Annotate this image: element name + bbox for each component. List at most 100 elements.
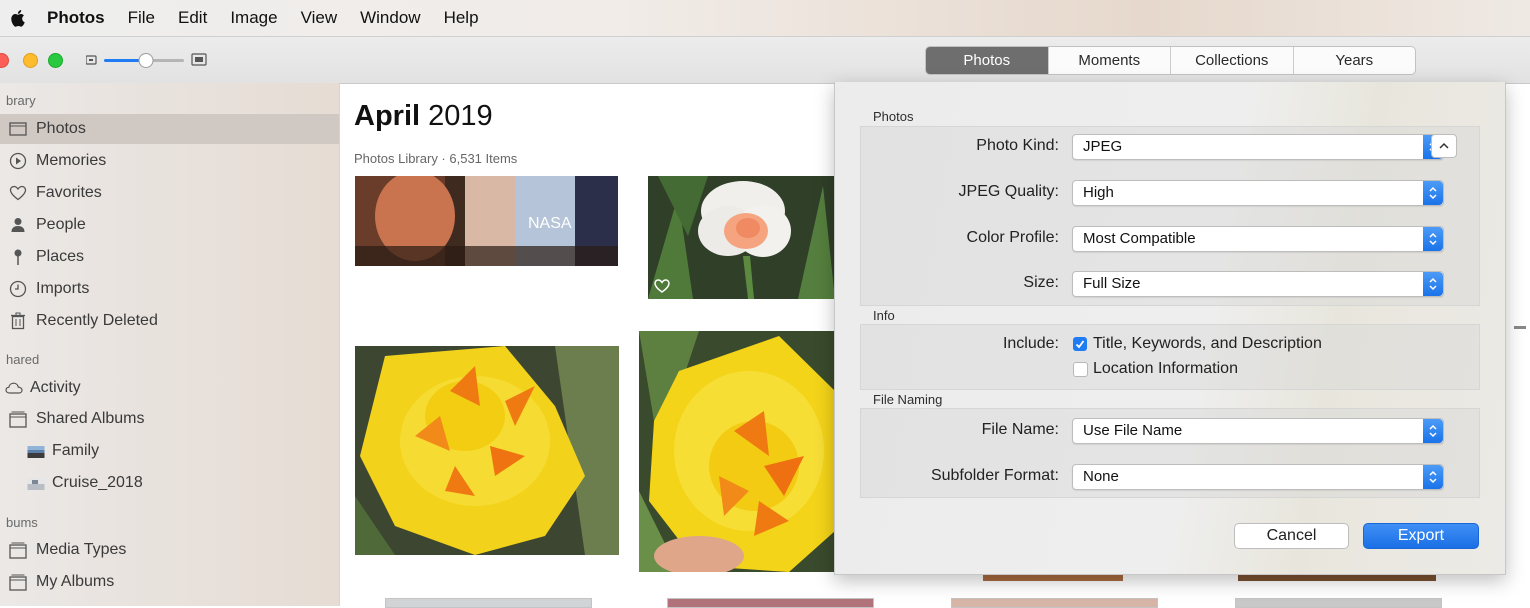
- include-label: Include:: [1002, 335, 1059, 352]
- minimize-window-button[interactable]: [23, 53, 38, 68]
- sidebar-item-label: Favorites: [36, 184, 102, 201]
- scrollbar-edge[interactable]: [1514, 326, 1526, 329]
- tab-moments[interactable]: Moments: [1047, 47, 1171, 74]
- menu-edit[interactable]: Edit: [178, 8, 207, 28]
- album-icon: [8, 572, 28, 592]
- sidebar-item-shared-albums[interactable]: Shared Albums: [0, 404, 339, 434]
- subfolder-format-label: Subfolder Format:: [930, 467, 1059, 484]
- tab-photos[interactable]: Photos: [926, 47, 1048, 74]
- sidebar-item-people[interactable]: People: [0, 210, 339, 240]
- file-name-value: Use File Name: [1083, 422, 1183, 439]
- color-profile-popup[interactable]: Most Compatible: [1072, 226, 1444, 252]
- tab-collections[interactable]: Collections: [1170, 47, 1293, 74]
- menu-view[interactable]: View: [301, 8, 338, 28]
- sidebar-item-label: Shared Albums: [36, 410, 145, 427]
- menu-image[interactable]: Image: [230, 8, 277, 28]
- menu-photos[interactable]: Photos: [47, 8, 105, 28]
- section-header-info: Info: [873, 308, 895, 323]
- view-segmented-control: Photos Moments Collections Years: [925, 46, 1416, 75]
- sidebar-item-recently-deleted[interactable]: Recently Deleted: [0, 306, 339, 336]
- updown-arrows-icon: [1423, 227, 1443, 251]
- updown-arrows-icon: [1423, 272, 1443, 296]
- color-profile-label: Color Profile:: [966, 229, 1059, 246]
- jpeg-quality-popup[interactable]: High: [1072, 180, 1444, 206]
- include-title-keywords-label[interactable]: Title, Keywords, and Description: [1093, 335, 1322, 353]
- include-location-checkbox[interactable]: [1073, 362, 1088, 377]
- sidebar-item-photos[interactable]: Photos: [0, 114, 339, 144]
- sidebar-item-label: Places: [36, 248, 85, 265]
- sidebar-item-places[interactable]: Places: [0, 242, 339, 272]
- subfolder-format-popup[interactable]: None: [1072, 464, 1444, 490]
- photos-settings-group: Photo Kind: JPEG JPEG Quality: High Colo…: [860, 126, 1480, 306]
- tab-years[interactable]: Years: [1292, 47, 1416, 74]
- sidebar-item-activity[interactable]: Activity: [0, 373, 339, 403]
- cancel-button[interactable]: Cancel: [1234, 523, 1349, 549]
- photo-thumbnail[interactable]: [639, 331, 835, 572]
- page-title-year: 2019: [428, 100, 493, 132]
- sidebar-item-memories[interactable]: Memories: [0, 146, 339, 176]
- photo-kind-value: JPEG: [1083, 138, 1123, 155]
- svg-text:NASA: NASA: [528, 215, 572, 232]
- include-title-keywords-checkbox[interactable]: [1073, 337, 1087, 351]
- trash-icon: [8, 311, 28, 331]
- close-window-button[interactable]: [0, 53, 9, 68]
- photo-thumbnail[interactable]: [385, 598, 592, 608]
- sidebar-item-label: My Albums: [36, 573, 115, 590]
- sidebar-header-library: brary: [6, 93, 36, 108]
- sidebar-item-label: Recently Deleted: [36, 312, 158, 329]
- photo-thumbnail[interactable]: [1235, 598, 1442, 608]
- apple-menu-icon[interactable]: [11, 9, 27, 27]
- updown-arrows-icon: [1423, 181, 1443, 205]
- sidebar-item-label: Imports: [36, 280, 90, 297]
- section-header-file-naming: File Naming: [873, 392, 943, 407]
- sidebar-header-shared: hared: [6, 352, 40, 367]
- sidebar-item-label: Media Types: [36, 541, 127, 558]
- photo-thumbnail[interactable]: [355, 346, 619, 555]
- section-header-photos: Photos: [873, 109, 914, 124]
- photos-icon: [8, 119, 28, 139]
- export-button[interactable]: Export: [1363, 523, 1479, 549]
- export-dialog: Photos Photo Kind: JPEG JPEG Quality: Hi…: [834, 82, 1506, 575]
- include-location-label[interactable]: Location Information: [1093, 360, 1238, 378]
- clock-icon: [8, 279, 28, 299]
- zoom-window-button[interactable]: [48, 53, 63, 68]
- info-settings-group: Include: Title, Keywords, and Descriptio…: [860, 324, 1480, 390]
- pin-icon: [8, 247, 28, 267]
- collapse-details-button[interactable]: [1431, 134, 1457, 158]
- menu-file[interactable]: File: [128, 8, 155, 28]
- favorite-heart-icon[interactable]: [653, 277, 671, 295]
- checkmark-icon: [1075, 340, 1085, 349]
- file-name-label: File Name:: [981, 421, 1059, 438]
- album-thumb-icon: [26, 441, 46, 461]
- memories-icon: [8, 151, 28, 171]
- sidebar-item-cruise-2018[interactable]: Cruise_2018: [0, 468, 339, 498]
- photo-thumbnail[interactable]: [667, 598, 874, 608]
- photo-thumbnail[interactable]: [648, 176, 835, 299]
- updown-arrows-icon: [1423, 465, 1443, 489]
- file-naming-settings-group: File Name: Use File Name Subfolder Forma…: [860, 408, 1480, 498]
- updown-arrows-icon: [1423, 419, 1443, 443]
- menu-bar: Photos File Edit Image View Window Help: [0, 0, 1530, 36]
- album-icon: [8, 540, 28, 560]
- color-profile-value: Most Compatible: [1083, 230, 1196, 247]
- window-toolbar: Photos Moments Collections Years: [0, 36, 1530, 84]
- sidebar-item-label: Activity: [30, 379, 81, 396]
- size-popup[interactable]: Full Size: [1072, 271, 1444, 297]
- sidebar-item-favorites[interactable]: Favorites: [0, 178, 339, 208]
- menu-window[interactable]: Window: [360, 8, 420, 28]
- size-value: Full Size: [1083, 275, 1141, 292]
- zoom-slider[interactable]: [86, 50, 211, 70]
- sidebar-item-my-albums[interactable]: My Albums: [0, 567, 339, 597]
- jpeg-quality-value: High: [1083, 184, 1114, 201]
- sidebar-item-media-types[interactable]: Media Types: [0, 535, 339, 565]
- sidebar-item-label: Cruise_2018: [52, 474, 143, 491]
- photo-thumbnail[interactable]: [951, 598, 1158, 608]
- cloud-icon: [4, 378, 24, 398]
- photo-thumbnail[interactable]: NASA: [355, 176, 618, 266]
- sidebar-item-family[interactable]: Family: [0, 436, 339, 466]
- photo-kind-popup[interactable]: JPEG: [1072, 134, 1444, 160]
- page-title: April 2019: [354, 100, 493, 133]
- sidebar-item-imports[interactable]: Imports: [0, 274, 339, 304]
- file-name-popup[interactable]: Use File Name: [1072, 418, 1444, 444]
- menu-help[interactable]: Help: [444, 8, 479, 28]
